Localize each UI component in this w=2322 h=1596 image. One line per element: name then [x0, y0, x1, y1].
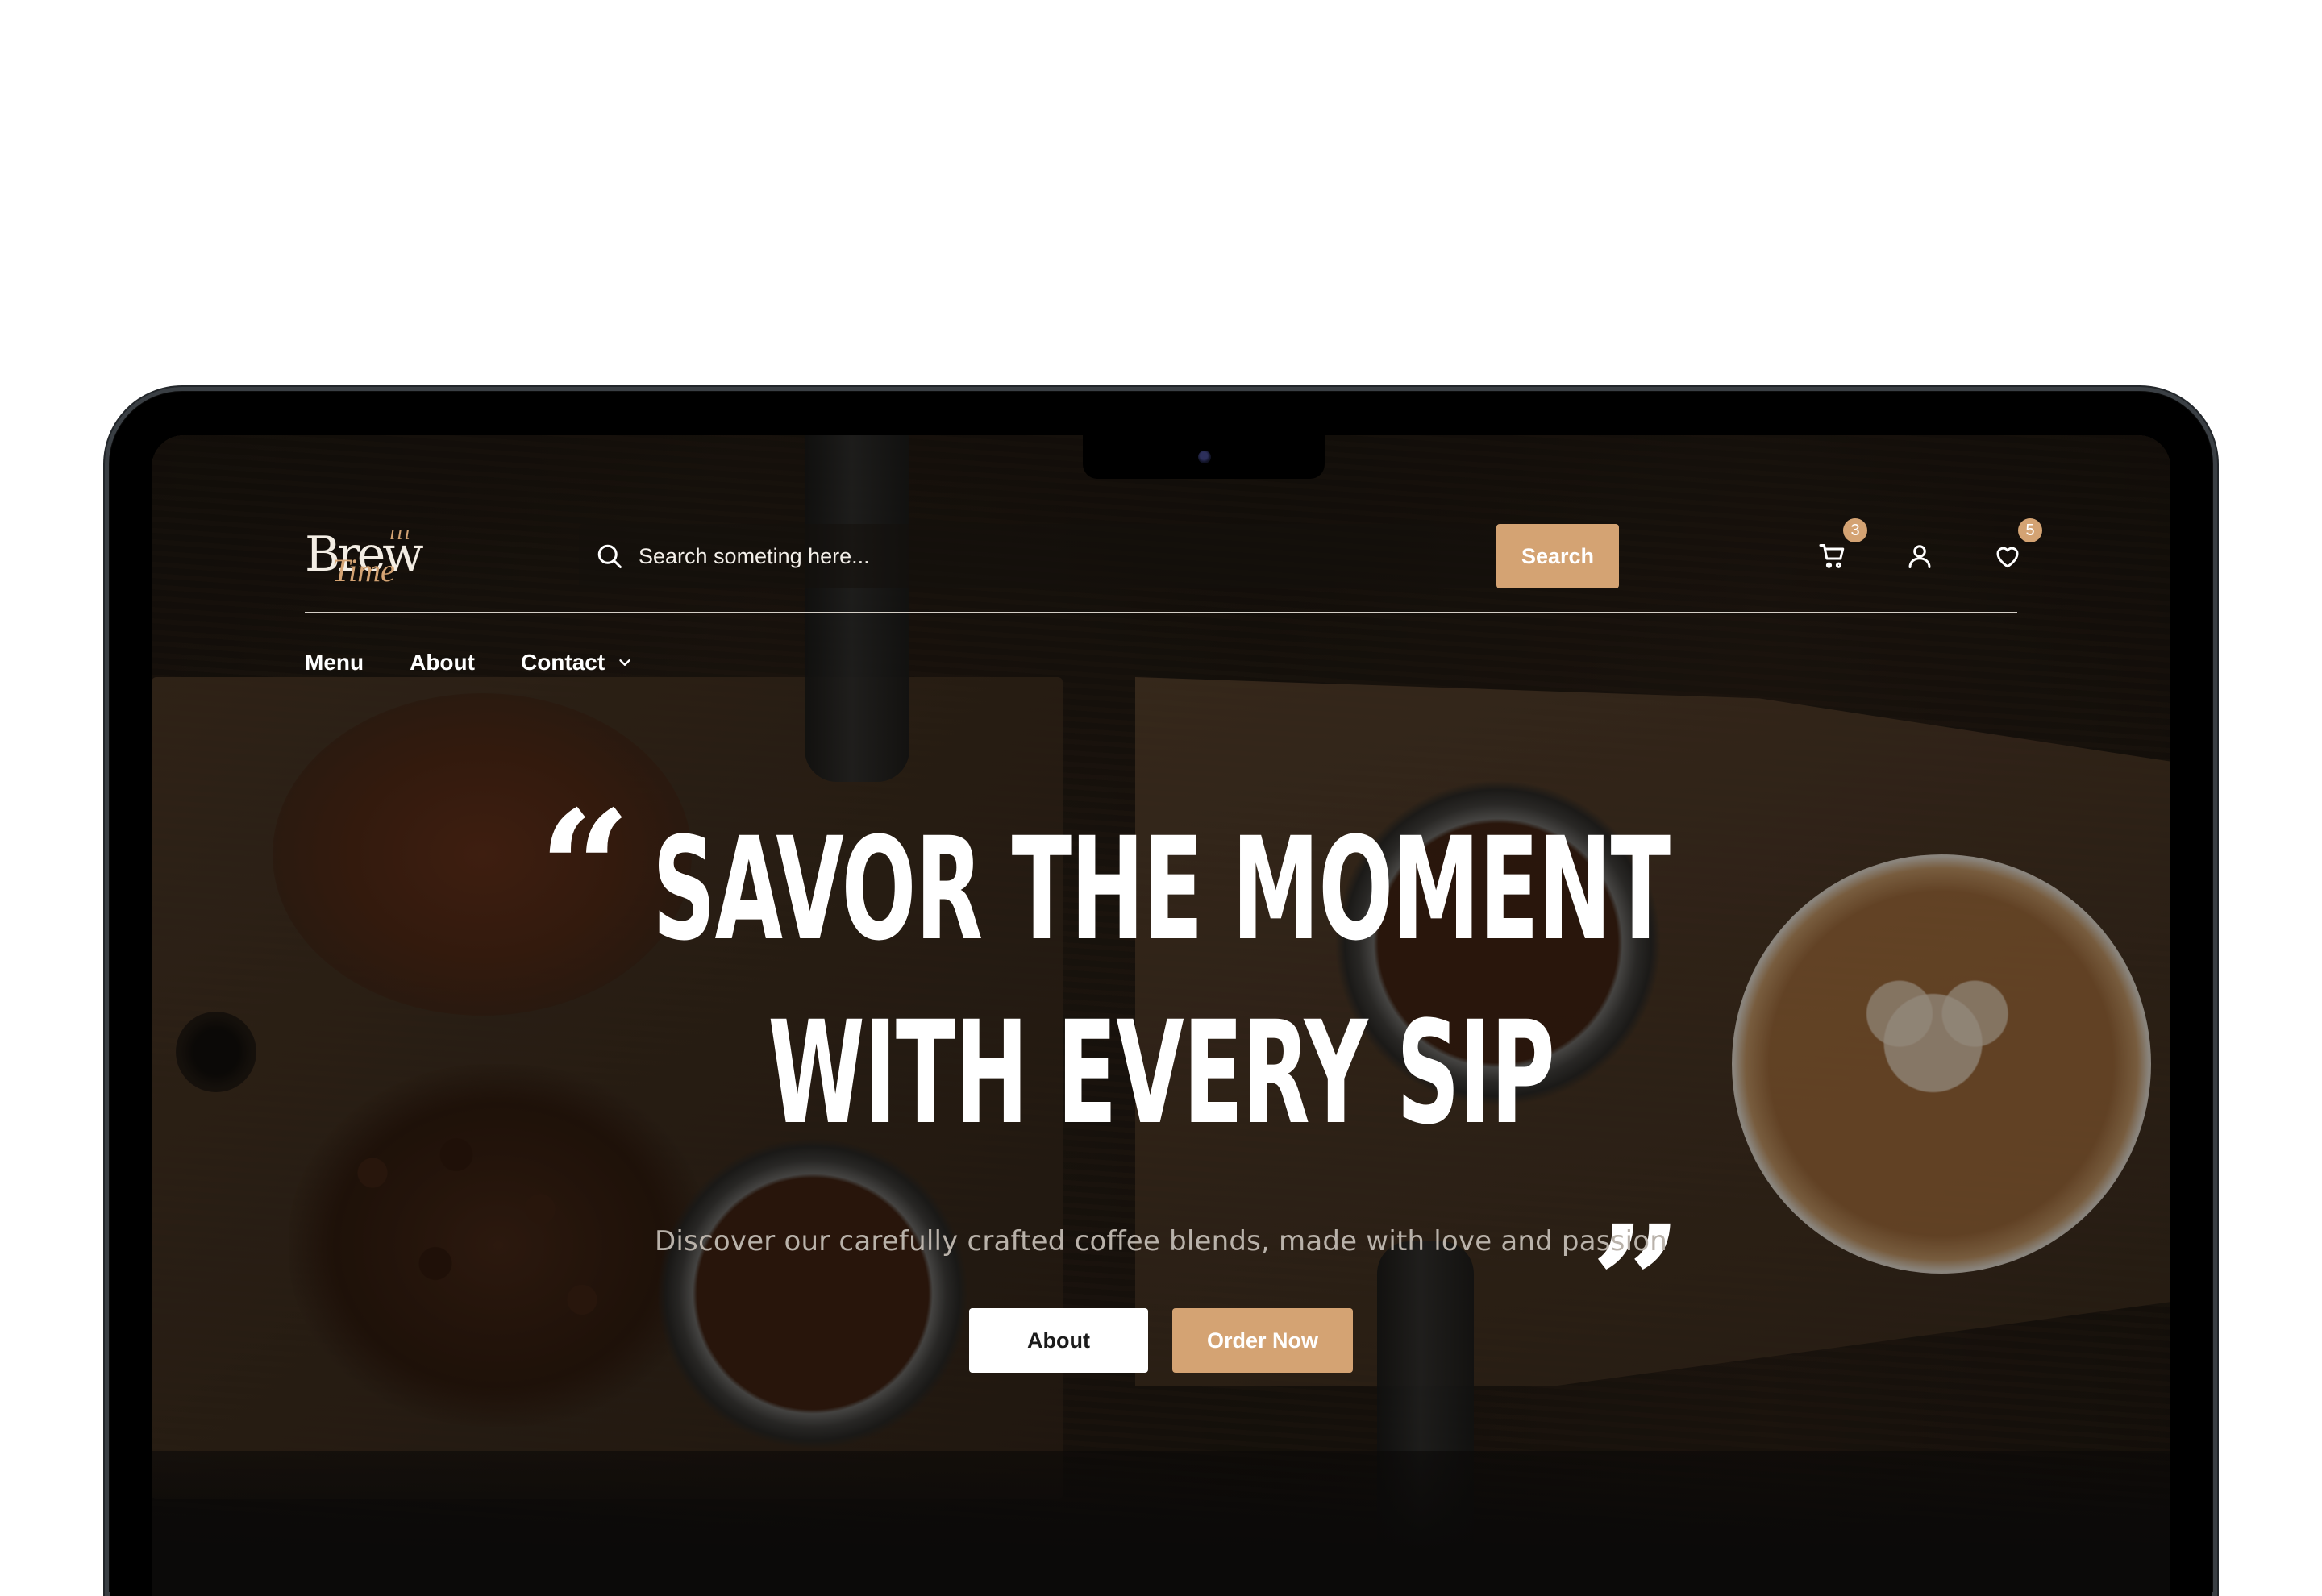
chevron-down-icon	[619, 659, 630, 666]
search-icon	[597, 544, 622, 568]
laptop-frame: ııı Brew Time Search 3	[105, 387, 2217, 1596]
cart-button[interactable]: 3	[1804, 518, 1867, 584]
cart-icon	[1819, 544, 1845, 568]
nav-item-menu[interactable]: Menu	[305, 650, 364, 675]
search-button[interactable]: Search	[1496, 524, 1619, 588]
wishlist-count-badge: 5	[2018, 518, 2042, 542]
camera-notch	[1083, 435, 1325, 479]
user-icon	[1908, 545, 1931, 568]
search-bar: Search	[579, 524, 1619, 588]
laptop-screen: ııı Brew Time Search 3	[152, 435, 2170, 1596]
nav-item-contact[interactable]: Contact	[521, 650, 634, 675]
nav-item-about[interactable]: About	[410, 650, 475, 675]
account-button[interactable]	[1891, 528, 1948, 584]
camera-icon	[1198, 451, 1211, 463]
cart-count-badge: 3	[1843, 518, 1867, 542]
about-button[interactable]: About	[969, 1308, 1148, 1373]
order-now-button[interactable]: Order Now	[1172, 1308, 1353, 1373]
hero-headline-line-1: SAVOR THE MOMENT	[652, 807, 1671, 972]
page-content: ııı Brew Time Search 3	[152, 435, 2170, 1596]
hero-subtitle: Discover our carefully crafted coffee bl…	[655, 1225, 1667, 1257]
header-divider	[305, 612, 2017, 613]
main-nav: Menu About Contact	[305, 650, 634, 675]
nav-item-contact-label: Contact	[520, 650, 605, 675]
search-input[interactable]	[637, 524, 1496, 588]
logo-sub-text: Time	[332, 552, 395, 588]
heart-icon	[1996, 547, 2019, 568]
cta-buttons: About Order Now	[152, 1308, 2170, 1373]
wishlist-button[interactable]: 5	[1979, 518, 2042, 584]
brand-logo[interactable]: ııı Brew Time	[305, 521, 434, 588]
